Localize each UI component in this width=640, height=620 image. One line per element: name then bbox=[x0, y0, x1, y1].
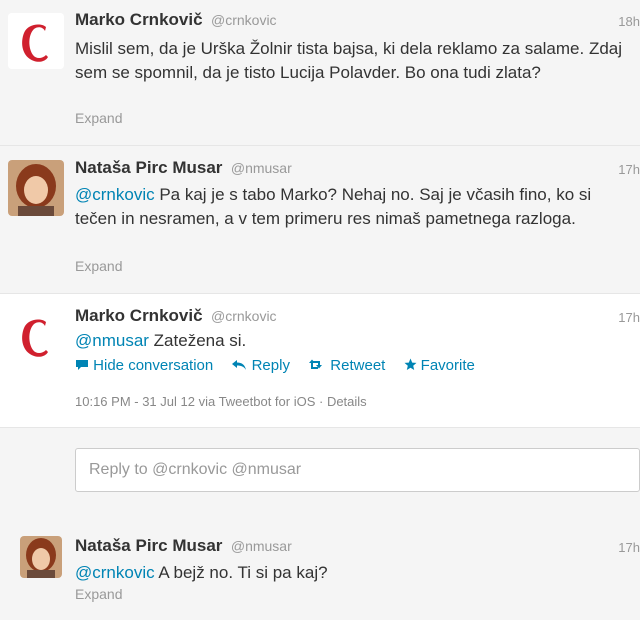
tweet-text: @nmusar Zatežena si. bbox=[75, 329, 635, 353]
author-name[interactable]: Nataša Pirc Musar bbox=[75, 158, 222, 177]
expand-link[interactable]: Expand bbox=[75, 258, 122, 274]
tweet-text: @crnkovic Pa kaj je s tabo Marko? Nehaj … bbox=[75, 183, 635, 231]
reply-input[interactable]: Reply to @crnkovic @nmusar bbox=[75, 448, 640, 492]
author-handle[interactable]: @crnkovic bbox=[211, 12, 277, 28]
c-logo-icon bbox=[8, 308, 64, 364]
tweet-text: Mislil sem, da je Urška Žolnir tista baj… bbox=[75, 39, 623, 82]
star-icon bbox=[404, 358, 416, 370]
mention-link[interactable]: @crnkovic bbox=[75, 185, 155, 204]
reply-area: Reply to @crnkovic @nmusar bbox=[0, 428, 640, 517]
author-name[interactable]: Marko Crnkovič bbox=[75, 306, 203, 325]
reply-button[interactable]: Reply bbox=[231, 357, 294, 374]
user-photo-icon bbox=[8, 160, 64, 216]
expand-link[interactable]: Expand bbox=[75, 586, 122, 602]
hide-conversation-label: Hide conversation bbox=[93, 357, 214, 374]
author-handle[interactable]: @crnkovic bbox=[211, 308, 277, 324]
tweet-body: Zatežena si. bbox=[148, 331, 247, 350]
tweet-3-expanded[interactable]: Marko Crnkovič @crnkovic 17h @nmusar Zat… bbox=[0, 294, 640, 428]
reply-arrow-icon bbox=[232, 360, 247, 370]
favorite-label: Favorite bbox=[420, 357, 475, 374]
tweet-details[interactable]: 10:16 PM - 31 Jul 12 via Tweetbot for iO… bbox=[75, 394, 367, 409]
author-name[interactable]: Marko Crnkovič bbox=[75, 10, 203, 29]
tweet-4[interactable]: Nataša Pirc Musar @nmusar 17h @crnkovic … bbox=[0, 516, 640, 620]
author-handle[interactable]: @nmusar bbox=[231, 538, 292, 554]
mention-link[interactable]: @nmusar bbox=[75, 331, 149, 350]
tweet-2[interactable]: Nataša Pirc Musar @nmusar 17h @crnkovic … bbox=[0, 146, 640, 294]
tweet-time[interactable]: 17h bbox=[618, 162, 640, 177]
retweet-button[interactable]: Retweet bbox=[308, 357, 389, 374]
c-logo-icon bbox=[8, 13, 64, 69]
tweet-body: A bejž no. Ti si pa kaj? bbox=[154, 563, 328, 582]
reply-label: Reply bbox=[251, 357, 290, 374]
tweet-1[interactable]: Marko Crnkovič @crnkovic 18h Mislil sem,… bbox=[0, 0, 640, 146]
retweet-icon bbox=[309, 359, 323, 369]
avatar[interactable] bbox=[8, 160, 64, 216]
user-photo-icon bbox=[20, 536, 62, 578]
avatar[interactable] bbox=[8, 13, 64, 69]
avatar[interactable] bbox=[8, 308, 64, 364]
mention-link[interactable]: @crnkovic bbox=[75, 563, 155, 582]
retweet-label: Retweet bbox=[330, 357, 386, 374]
tweet-time[interactable]: 17h bbox=[618, 310, 640, 325]
author-handle[interactable]: @nmusar bbox=[231, 160, 292, 176]
hide-conversation-button[interactable]: Hide conversation bbox=[75, 357, 217, 374]
tweet-time[interactable]: 17h bbox=[618, 540, 640, 555]
speech-bubble-icon bbox=[76, 360, 88, 370]
avatar[interactable] bbox=[20, 536, 62, 578]
tweet-text: @crnkovic A bejž no. Ti si pa kaj? bbox=[75, 561, 635, 585]
expand-link[interactable]: Expand bbox=[75, 110, 122, 126]
author-name[interactable]: Nataša Pirc Musar bbox=[75, 536, 222, 555]
tweet-time[interactable]: 18h bbox=[618, 14, 640, 29]
favorite-button[interactable]: Favorite bbox=[404, 357, 475, 374]
